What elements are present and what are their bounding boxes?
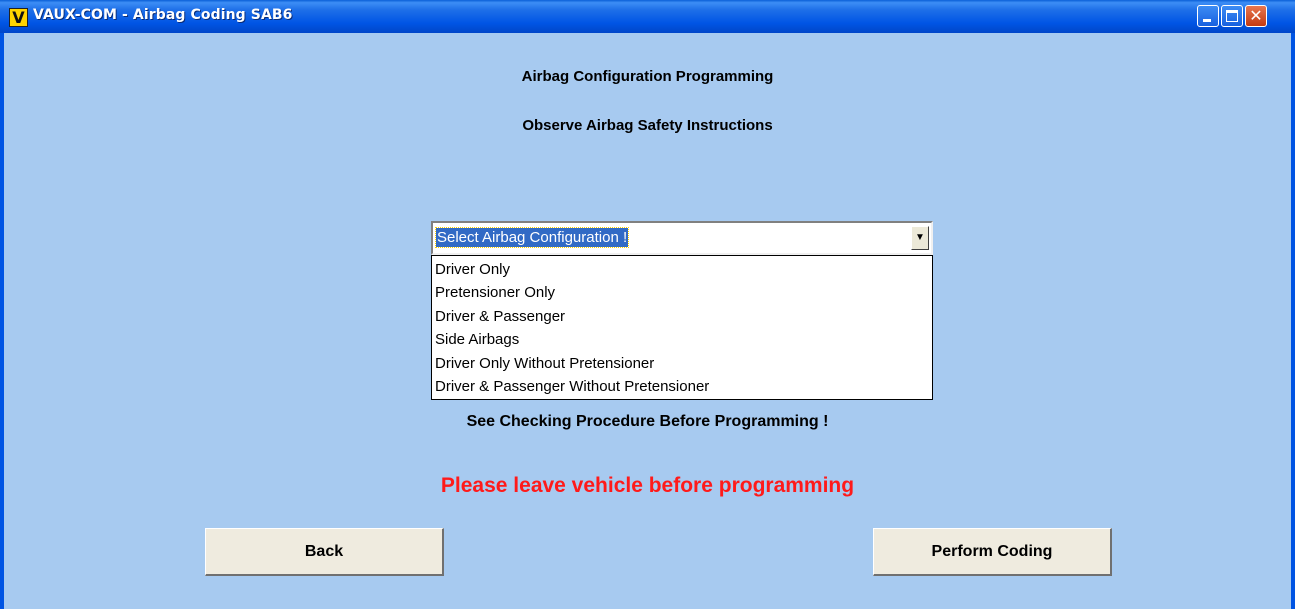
option-driver-passenger[interactable]: Driver & Passenger xyxy=(432,305,932,328)
leave-vehicle-warning: Please leave vehicle before programming xyxy=(440,474,855,497)
select-current-value: Select Airbag Configuration ! xyxy=(434,227,630,248)
title-bar[interactable]: V VAUX-COM - Airbag Coding SAB6 ✕ xyxy=(0,0,1295,33)
perform-coding-button[interactable]: Perform Coding xyxy=(873,528,1112,576)
option-driver-only[interactable]: Driver Only xyxy=(432,258,932,281)
chevron-down-icon[interactable]: ▼ xyxy=(911,226,929,250)
airbag-config-select[interactable]: Select Airbag Configuration ! ▼ xyxy=(431,221,933,255)
option-driver-only-without-pretensioner[interactable]: Driver Only Without Pretensioner xyxy=(432,352,932,375)
window-title: VAUX-COM - Airbag Coding SAB6 xyxy=(33,7,293,23)
option-pretensioner-only[interactable]: Pretensioner Only xyxy=(432,281,932,304)
option-driver-passenger-without-pretensioner[interactable]: Driver & Passenger Without Pretensioner xyxy=(432,375,932,398)
app-logo-icon: V xyxy=(9,8,28,27)
page-title: Airbag Configuration Programming xyxy=(521,68,774,85)
airbag-config-dropdown-list: Driver Only Pretensioner Only Driver & P… xyxy=(431,255,933,400)
option-side-airbags[interactable]: Side Airbags xyxy=(432,328,932,351)
app-window: V VAUX-COM - Airbag Coding SAB6 ✕ Airbag… xyxy=(0,0,1295,609)
maximize-button[interactable] xyxy=(1221,5,1243,27)
back-button[interactable]: Back xyxy=(205,528,444,576)
safety-instruction-text: Observe Airbag Safety Instructions xyxy=(522,117,773,134)
maximize-icon xyxy=(1226,10,1238,22)
main-panel: Airbag Configuration Programming Observe… xyxy=(4,33,1291,609)
minimize-icon xyxy=(1203,19,1211,22)
close-icon: ✕ xyxy=(1249,6,1263,25)
close-button[interactable]: ✕ xyxy=(1245,5,1267,27)
checking-procedure-note: See Checking Procedure Before Programmin… xyxy=(466,413,829,430)
minimize-button[interactable] xyxy=(1197,5,1219,27)
